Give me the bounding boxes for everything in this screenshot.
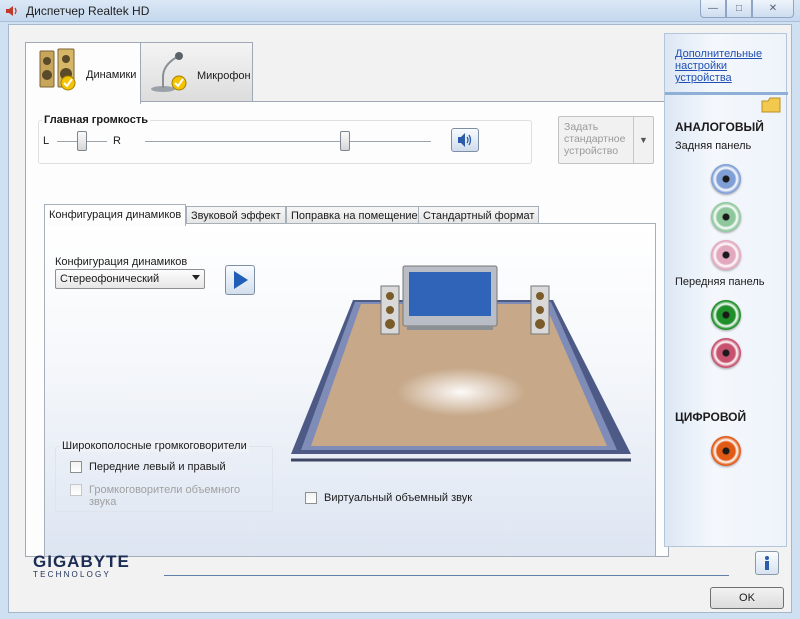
fullrange-speakers-group: Широкополосные громкоговорители Передние…: [55, 440, 273, 512]
volume-slider[interactable]: [340, 131, 351, 151]
main-volume-title: Главная громкость: [42, 114, 151, 126]
speaker-config-panel: Конфигурация динамиков Стереофонический: [44, 223, 656, 557]
speaker-app-icon: [6, 6, 17, 16]
virtual-surround-row[interactable]: Виртуальный объемный звук: [305, 492, 472, 504]
maximize-icon: □: [735, 3, 743, 14]
jack-front-green[interactable]: [711, 300, 741, 330]
brand-name: GIGABYTE: [33, 552, 130, 571]
tab-speakers-label: Динамики: [86, 69, 137, 81]
play-icon: [234, 271, 248, 289]
speakers-panel: Главная громкость L R Задать стандартное…: [25, 101, 669, 557]
tab-speaker-config[interactable]: Конфигурация динамиков: [44, 204, 187, 226]
tab-microphone[interactable]: Микрофон: [140, 42, 253, 102]
info-button[interactable]: [755, 551, 779, 575]
jack-back-green[interactable]: [711, 202, 741, 232]
advanced-settings-link[interactable]: Дополнительные настройки устройства: [675, 48, 779, 84]
balance-left-label: L: [43, 135, 50, 147]
maximize-button[interactable]: □: [726, 0, 752, 18]
surround-label: Громкоговорители объемного звука: [89, 484, 241, 508]
digital-title: ЦИФРОВОЙ: [675, 410, 747, 424]
volume-track: [145, 141, 431, 143]
connector-panel: Дополнительные настройки устройства АНАЛ…: [664, 33, 788, 547]
speaker-sound-icon: [458, 133, 472, 147]
virtual-surround-label: Виртуальный объемный звук: [324, 492, 473, 504]
window-title: Диспетчер Realtek HD: [26, 4, 150, 18]
minimize-button[interactable]: —: [700, 0, 726, 18]
speaker-config-group: Конфигурация динамиков Стереофонический: [55, 256, 273, 298]
side-divider: [665, 92, 788, 95]
speaker-config-title: Конфигурация динамиков: [55, 256, 188, 268]
tab-speakers[interactable]: Динамики: [25, 42, 141, 104]
speaker-config-select[interactable]: Стереофонический: [55, 269, 205, 289]
microphone-icon: [151, 52, 187, 92]
ok-button[interactable]: OK: [710, 587, 784, 609]
close-icon: ✕: [768, 3, 778, 14]
speakers-icon: [39, 48, 76, 91]
gigabyte-logo: GIGABYTE TECHNOLOGY: [33, 552, 130, 579]
tab-microphone-label: Микрофон: [197, 70, 251, 82]
chevron-down-icon: [192, 275, 200, 280]
tab-room-correction[interactable]: Поправка на помещение: [286, 206, 423, 224]
jack-back-blue[interactable]: [711, 164, 741, 194]
info-icon: [765, 556, 769, 570]
fullrange-title: Широкополосные громкоговорители: [60, 440, 249, 452]
back-panel-label: Задняя панель: [675, 140, 752, 152]
analog-title: АНАЛОГОВЫЙ: [675, 120, 764, 134]
chevron-down-icon[interactable]: ▼: [633, 117, 653, 163]
speaker-config-value: Стереофонический: [60, 273, 160, 285]
front-lr-checkbox-row[interactable]: Передние левый и правый: [70, 461, 226, 473]
window-client-area: Динамики Микрофон Главная громкость L R: [8, 24, 792, 613]
virtual-surround-checkbox[interactable]: [305, 492, 317, 504]
folder-icon[interactable]: [761, 96, 781, 114]
tab-sound-effect[interactable]: Звуковой эффект: [186, 206, 286, 224]
mute-button[interactable]: [451, 128, 479, 152]
surround-checkbox-row: Громкоговорители объемного звука: [70, 484, 240, 508]
front-panel-label: Передняя панель: [675, 276, 765, 288]
balance-slider[interactable]: [77, 131, 87, 151]
main-volume-group: Главная громкость L R: [38, 114, 532, 164]
jack-digital-spdif[interactable]: [711, 436, 741, 466]
surround-checkbox: [70, 484, 82, 496]
title-bar: Диспетчер Realtek HD — □ ✕: [0, 0, 800, 22]
jack-front-pink[interactable]: [711, 338, 741, 368]
balance-right-label: R: [113, 135, 121, 147]
footer-divider: [164, 575, 729, 576]
set-default-device-button[interactable]: Задать стандартное устройство ▼: [558, 116, 654, 164]
tab-default-format[interactable]: Стандартный формат: [418, 206, 540, 224]
front-lr-checkbox[interactable]: [70, 461, 82, 473]
speaker-room-illustration: [291, 265, 631, 462]
jack-back-pink[interactable]: [711, 240, 741, 270]
front-lr-label: Передние левый и правый: [89, 461, 226, 473]
minimize-icon: —: [708, 3, 718, 14]
play-test-button[interactable]: [225, 265, 255, 295]
close-button[interactable]: ✕: [752, 0, 794, 18]
